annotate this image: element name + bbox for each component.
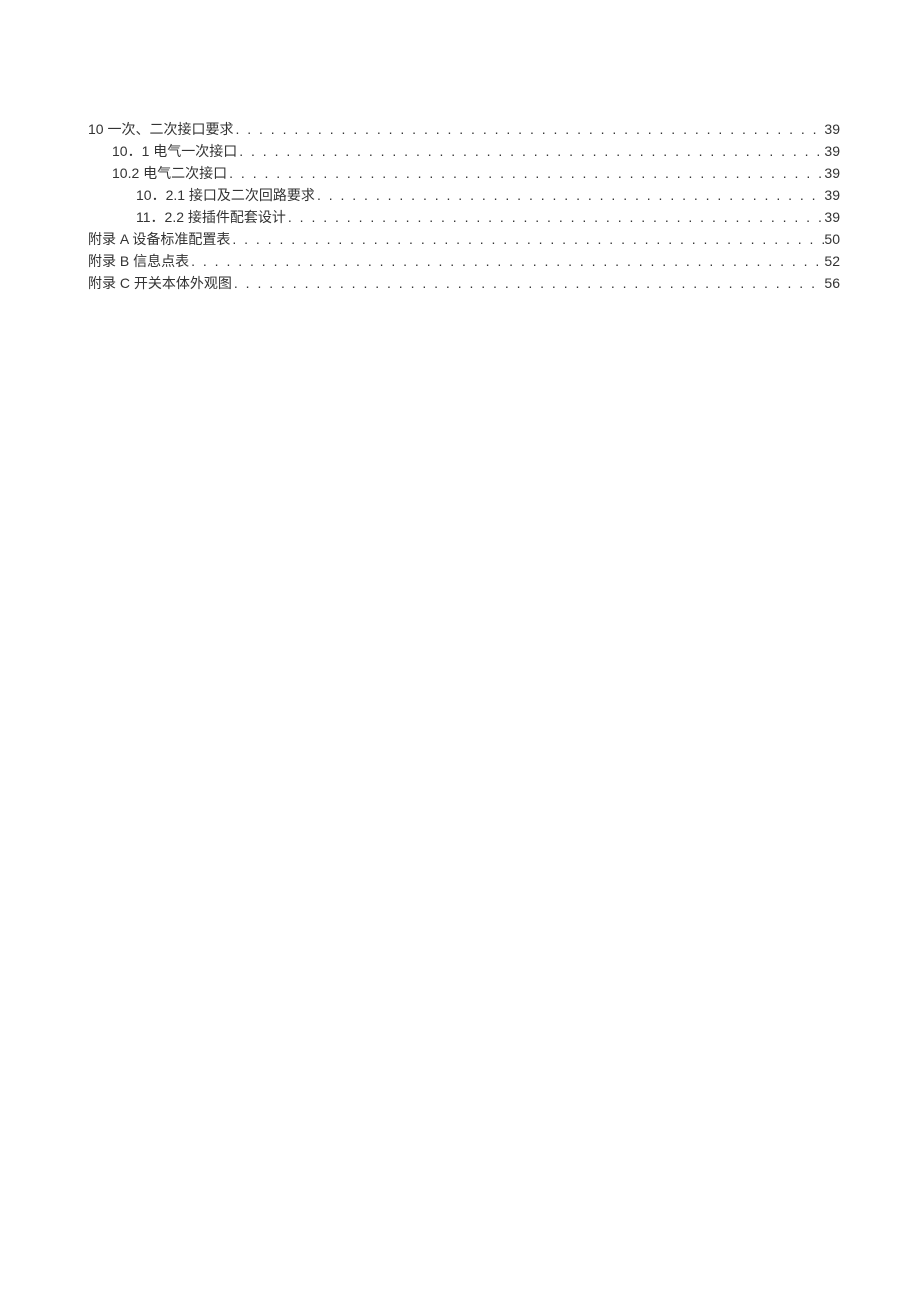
- toc-entry-title: 附录 C 开关本体外观图: [88, 272, 232, 294]
- toc-entry-title: 10．1 电气一次接口: [112, 140, 237, 162]
- toc-entry: 附录 C 开关本体外观图 56: [88, 272, 840, 294]
- toc-entry-page: 39: [824, 206, 840, 228]
- toc-entry-page: 39: [824, 140, 840, 162]
- toc-leader-dots: [237, 140, 824, 162]
- toc-entry: 10.2 电气二次接口 39: [88, 162, 840, 184]
- toc-leader-dots: [232, 272, 825, 294]
- toc-entry-title: 11．2.2 接插件配套设计: [136, 206, 286, 228]
- toc-entry: 10．2.1 接口及二次回路要求 39: [88, 184, 840, 206]
- toc-entry: 附录 B 信息点表 52: [88, 250, 840, 272]
- toc-leader-dots: [230, 228, 824, 250]
- toc-entry-title: 10.2 电气二次接口: [112, 162, 227, 184]
- toc-entry: 10 一次、二次接口要求 39: [88, 118, 840, 140]
- toc-leader-dots: [189, 250, 824, 272]
- toc-entry-title: 附录 B 信息点表: [88, 250, 189, 272]
- toc-entry: 10．1 电气一次接口 39: [88, 140, 840, 162]
- toc-leader-dots: [227, 162, 824, 184]
- toc-entry-page: 39: [824, 162, 840, 184]
- toc-entry-page: 56: [824, 272, 840, 294]
- toc-leader-dots: [233, 118, 824, 140]
- toc-entry-page: 39: [824, 184, 840, 206]
- toc-entry-page: 52: [824, 250, 840, 272]
- toc-entry-title: 10 一次、二次接口要求: [88, 118, 233, 140]
- toc-leader-dots: [286, 206, 825, 228]
- toc-entry: 附录 A 设备标准配置表 50: [88, 228, 840, 250]
- toc-entry-page: 50: [824, 228, 840, 250]
- toc-entry-title: 附录 A 设备标准配置表: [88, 228, 230, 250]
- toc-entry-page: 39: [824, 118, 840, 140]
- table-of-contents: 10 一次、二次接口要求 39 10．1 电气一次接口 39 10.2 电气二次…: [88, 118, 840, 294]
- toc-leader-dots: [315, 184, 824, 206]
- toc-entry: 11．2.2 接插件配套设计 39: [88, 206, 840, 228]
- toc-entry-title: 10．2.1 接口及二次回路要求: [136, 184, 315, 206]
